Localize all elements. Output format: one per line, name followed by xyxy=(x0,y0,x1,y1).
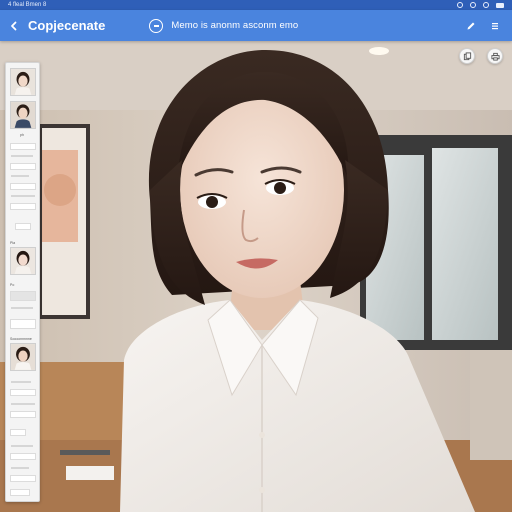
panel-field[interactable] xyxy=(10,475,36,482)
panel-label: Po xyxy=(10,283,15,287)
edit-button[interactable] xyxy=(464,19,478,33)
panel-line xyxy=(11,467,29,469)
panel-field[interactable] xyxy=(10,203,36,210)
panel-field[interactable] xyxy=(10,411,36,418)
portrait-thumbnail-icon xyxy=(11,248,35,274)
portrait-thumbnail-icon xyxy=(11,102,35,128)
menu-button[interactable] xyxy=(488,19,502,33)
app-bar: Copjecenate Memo is anonm asconm emo xyxy=(0,10,512,41)
app-subtitle: Memo is anonm asconm emo xyxy=(171,20,299,31)
menu-icon xyxy=(492,22,498,29)
wifi-icon xyxy=(483,2,489,8)
panel-field[interactable] xyxy=(10,489,30,496)
panel-field[interactable] xyxy=(10,291,36,301)
panel-label: Soooonnnnne xyxy=(10,337,32,341)
panel-line xyxy=(11,307,33,309)
pencil-icon xyxy=(467,22,475,29)
panel-field[interactable] xyxy=(10,143,36,150)
thumbnail[interactable] xyxy=(10,247,36,275)
clock-icon xyxy=(457,2,463,8)
mode-button[interactable] xyxy=(149,18,164,33)
panel-line xyxy=(11,403,35,405)
print-button[interactable] xyxy=(487,48,503,64)
battery-icon xyxy=(496,2,504,8)
panel-line xyxy=(11,155,33,157)
copy-button[interactable] xyxy=(459,48,475,64)
side-panel: ph Pla Po Soooonnnnne xyxy=(5,62,40,502)
status-bar: 4 fleal Bmen 8 xyxy=(0,0,512,10)
panel-field[interactable] xyxy=(10,389,36,396)
status-bar-text: 4 fleal Bmen 8 xyxy=(8,2,47,8)
panel-line xyxy=(11,175,29,177)
thumbnail[interactable] xyxy=(10,68,36,96)
back-button[interactable] xyxy=(2,10,26,41)
thumbnail[interactable] xyxy=(10,101,36,129)
panel-label: Pla xyxy=(10,241,16,245)
back-arrow-icon xyxy=(11,21,17,30)
mode-icon xyxy=(153,24,159,27)
copy-icon xyxy=(463,51,471,60)
thumbnail[interactable] xyxy=(10,343,36,371)
panel-field[interactable] xyxy=(10,429,26,436)
panel-line xyxy=(11,195,35,197)
panel-field[interactable] xyxy=(10,163,36,170)
panel-line xyxy=(11,381,31,383)
portrait-thumbnail-icon xyxy=(11,69,35,95)
panel-line xyxy=(11,445,33,447)
location-icon xyxy=(470,2,476,8)
panel-field[interactable] xyxy=(10,319,36,329)
app-title: Copjecenate xyxy=(28,18,106,33)
portrait-thumbnail-icon xyxy=(11,344,35,370)
panel-field[interactable] xyxy=(10,453,36,460)
portrait-photo xyxy=(0,0,512,512)
print-icon xyxy=(490,52,500,61)
panel-field[interactable] xyxy=(15,223,31,230)
panel-field[interactable] xyxy=(10,183,36,190)
panel-label: ph xyxy=(20,133,24,137)
